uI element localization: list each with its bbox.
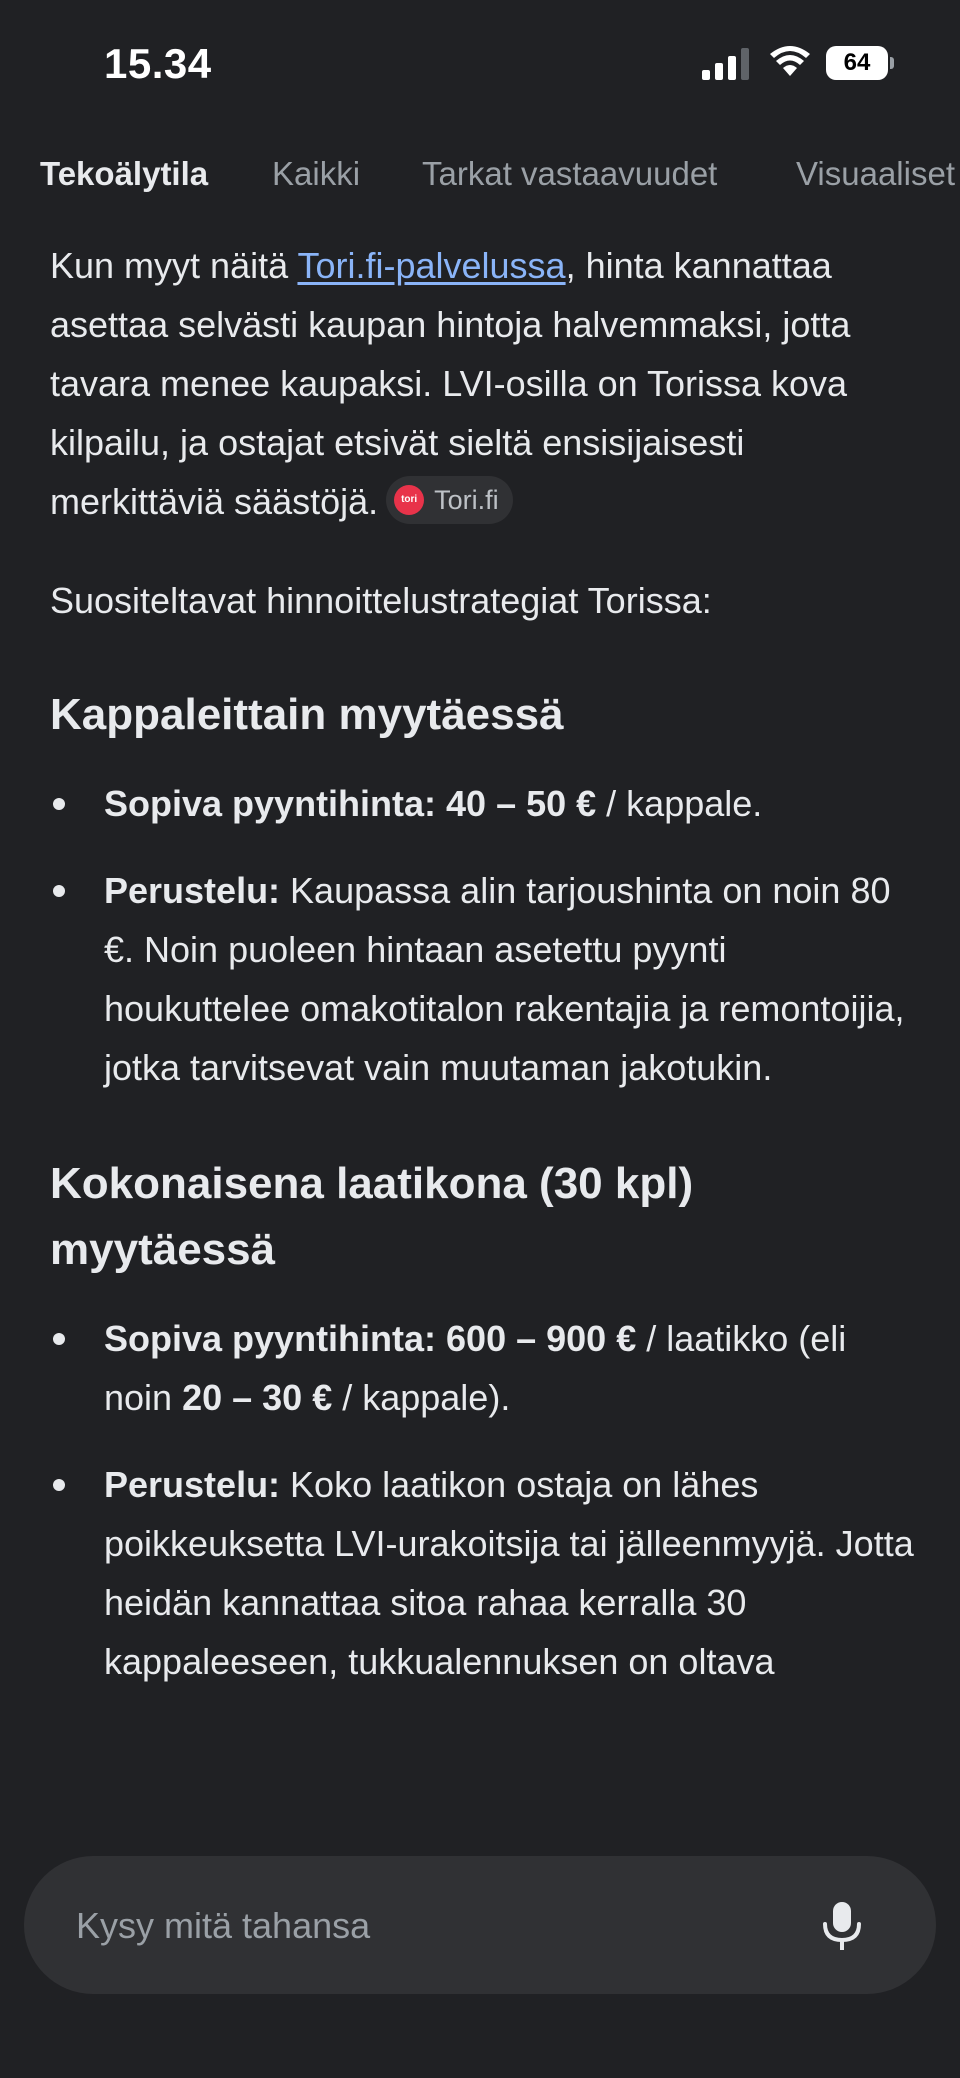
intro-text-before: Kun myyt näitä (50, 245, 298, 286)
battery-icon: 64 (826, 46, 896, 80)
ask-bar (24, 1856, 936, 1996)
search-mode-tabs: Tekoälytila Kaikki Tarkat vastaavuudet V… (0, 148, 960, 200)
battery-level: 64 (843, 49, 871, 76)
microphone-icon[interactable] (814, 1898, 870, 1954)
ai-answer: Kun myyt näitä Tori.fi-palvelussa, hinta… (50, 236, 920, 1830)
list-item: Perustelu: Koko laatikon ostaja on lähes… (50, 1455, 920, 1691)
source-chip[interactable]: tori Tori.fi (386, 476, 513, 525)
tab-images[interactable]: Visuaaliset (796, 148, 955, 200)
status-time: 15.34 (104, 40, 212, 87)
bullet-text: / kappale. (596, 783, 763, 824)
section-heading: Kappaleittain myytäessä (50, 690, 564, 739)
tab-exact-matches[interactable]: Tarkat vastaavuudet (422, 148, 717, 200)
bullet-label: Sopiva pyyntihinta: 600 – 900 € (104, 1318, 637, 1359)
bullet-label: 20 – 30 € (182, 1377, 333, 1418)
section-list: Sopiva pyyntihinta: 600 – 900 € / laatik… (50, 1309, 920, 1691)
bullet-text: / kappale). (332, 1377, 511, 1418)
bullet-label: Sopiva pyyntihinta: 40 – 50 € (104, 783, 597, 824)
intro-paragraph: Kun myyt näitä Tori.fi-palvelussa, hinta… (50, 236, 920, 531)
tori-logo-icon: tori (394, 485, 425, 516)
list-item: Perustelu: Kaupassa alin tarjoushinta on… (50, 861, 920, 1097)
source-chip-label: Tori.fi (434, 485, 499, 516)
ask-input[interactable] (74, 1856, 798, 1996)
content-fade (0, 1770, 960, 1860)
tori-link[interactable]: Tori.fi-palvelussa (297, 245, 565, 286)
strategies-intro: Suositeltavat hinnoittelustrategiat Tori… (50, 580, 712, 621)
wifi-icon (770, 46, 810, 76)
section-heading: Kokonaisena laatikona (30 kpl) myytäessä (50, 1159, 694, 1274)
tab-all[interactable]: Kaikki (272, 148, 360, 200)
list-item: Sopiva pyyntihinta: 40 – 50 € / kappale. (50, 774, 920, 833)
list-item: Sopiva pyyntihinta: 600 – 900 € / laatik… (50, 1309, 920, 1427)
cellular-signal-icon (702, 48, 749, 80)
section-list: Sopiva pyyntihinta: 40 – 50 € / kappale.… (50, 774, 920, 1097)
tab-ai-mode[interactable]: Tekoälytila (40, 148, 208, 200)
status-bar: 15.34 64 (0, 0, 960, 128)
bullet-label: Perustelu: (104, 1464, 281, 1505)
bullet-label: Perustelu: (104, 870, 281, 911)
